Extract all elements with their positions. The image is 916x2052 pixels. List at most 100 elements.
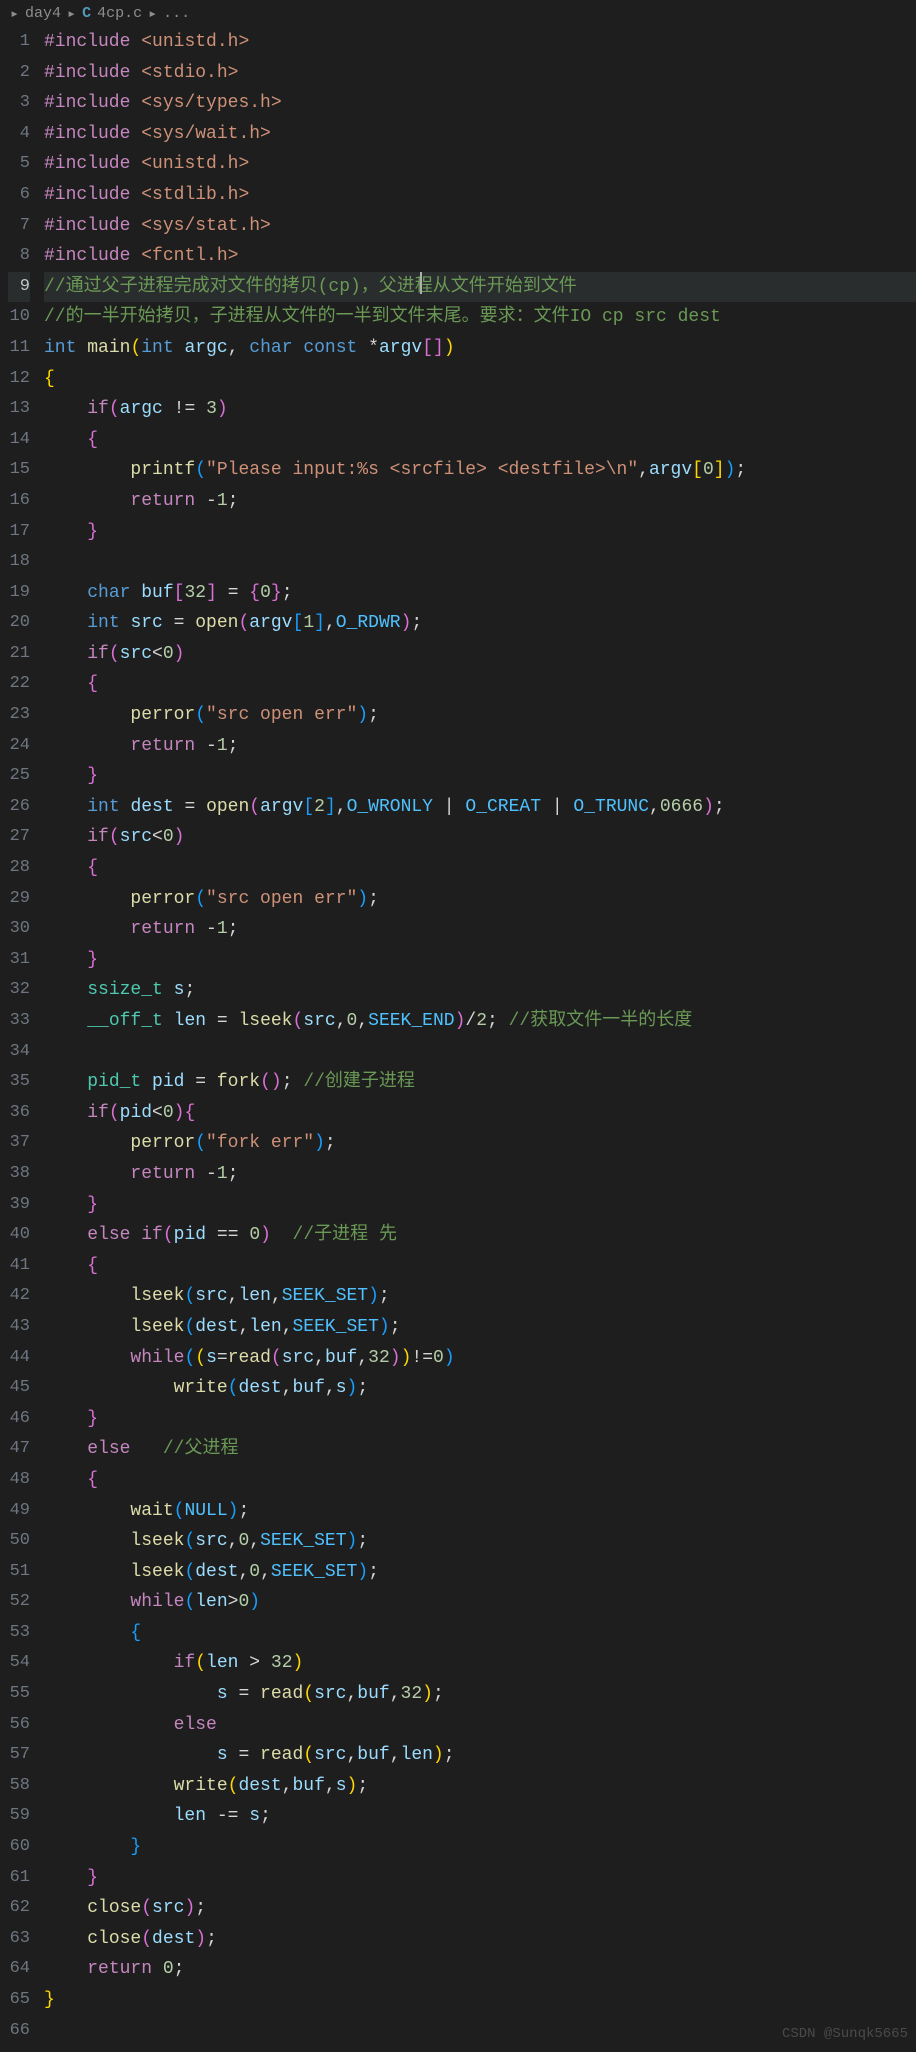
code-line[interactable]: while((s=read(src,buf,32))!=0)	[44, 1343, 916, 1374]
line-number: 66	[8, 2016, 30, 2047]
line-number-gutter: 1234567891011121314151617181920212223242…	[0, 27, 44, 2046]
code-line[interactable]: int dest = open(argv[2],O_WRONLY | O_CRE…	[44, 792, 916, 823]
code-line[interactable]: {	[44, 1618, 916, 1649]
line-number: 5	[8, 149, 30, 180]
code-line[interactable]: #include <stdlib.h>	[44, 180, 916, 211]
code-line[interactable]: s = read(src,buf,32);	[44, 1679, 916, 1710]
code-line[interactable]: lseek(src,len,SEEK_SET);	[44, 1281, 916, 1312]
code-line[interactable]: #include <fcntl.h>	[44, 241, 916, 272]
code-line[interactable]: ssize_t s;	[44, 975, 916, 1006]
code-line[interactable]: //通过父子进程完成对文件的拷贝(cp)，父进程从文件开始到文件	[44, 272, 916, 303]
code-line[interactable]: if(pid<0){	[44, 1098, 916, 1129]
breadcrumb-sep-icon: ▸	[67, 4, 76, 23]
code-line[interactable]: else //父进程	[44, 1434, 916, 1465]
line-number: 63	[8, 1924, 30, 1955]
line-number: 35	[8, 1067, 30, 1098]
line-number: 27	[8, 822, 30, 853]
line-number: 26	[8, 792, 30, 823]
code-line[interactable]: close(src);	[44, 1893, 916, 1924]
breadcrumb-file[interactable]: 4cp.c	[97, 5, 142, 22]
code-line[interactable]: printf("Please input:%s <srcfile> <destf…	[44, 455, 916, 486]
line-number: 21	[8, 639, 30, 670]
code-line[interactable]: }	[44, 945, 916, 976]
code-line[interactable]: //的一半开始拷贝，子进程从文件的一半到文件末尾。要求：文件IO cp src …	[44, 302, 916, 333]
line-number: 23	[8, 700, 30, 731]
code-line[interactable]: int src = open(argv[1],O_RDWR);	[44, 608, 916, 639]
line-number: 32	[8, 975, 30, 1006]
code-line[interactable]: {	[44, 669, 916, 700]
code-line[interactable]: pid_t pid = fork(); //创建子进程	[44, 1067, 916, 1098]
code-line[interactable]: {	[44, 425, 916, 456]
code-line[interactable]: {	[44, 364, 916, 395]
line-number: 48	[8, 1465, 30, 1496]
code-line[interactable]: perror("fork err");	[44, 1128, 916, 1159]
code-line[interactable]: {	[44, 1465, 916, 1496]
breadcrumb-folder[interactable]: day4	[25, 5, 61, 22]
code-line[interactable]: }	[44, 1985, 916, 2016]
code-line[interactable]: len -= s;	[44, 1801, 916, 1832]
code-line[interactable]: {	[44, 1251, 916, 1282]
code-line[interactable]: lseek(src,0,SEEK_SET);	[44, 1526, 916, 1557]
code-line[interactable]: }	[44, 517, 916, 548]
line-number: 7	[8, 211, 30, 242]
line-number: 57	[8, 1740, 30, 1771]
code-line[interactable]: return -1;	[44, 731, 916, 762]
line-number: 49	[8, 1496, 30, 1527]
code-line[interactable]: #include <stdio.h>	[44, 58, 916, 89]
c-file-icon: C	[82, 5, 91, 22]
code-line[interactable]: char buf[32] = {0};	[44, 578, 916, 609]
code-line[interactable]: write(dest,buf,s);	[44, 1373, 916, 1404]
line-number: 61	[8, 1863, 30, 1894]
code-line[interactable]: }	[44, 1863, 916, 1894]
code-line[interactable]: if(len > 32)	[44, 1648, 916, 1679]
code-line[interactable]: return -1;	[44, 914, 916, 945]
code-line[interactable]: return -1;	[44, 486, 916, 517]
line-number: 16	[8, 486, 30, 517]
code-line[interactable]: if(src<0)	[44, 639, 916, 670]
watermark: CSDN @Sunqk5665	[782, 2026, 908, 2042]
code-line[interactable]: s = read(src,buf,len);	[44, 1740, 916, 1771]
code-line[interactable]: {	[44, 853, 916, 884]
breadcrumb-sep-icon: ▸	[10, 4, 19, 23]
code-line[interactable]: __off_t len = lseek(src,0,SEEK_END)/2; /…	[44, 1006, 916, 1037]
code-line[interactable]: perror("src open err");	[44, 884, 916, 915]
code-line[interactable]: #include <unistd.h>	[44, 27, 916, 58]
code-line[interactable]: else	[44, 1710, 916, 1741]
code-line[interactable]: write(dest,buf,s);	[44, 1771, 916, 1802]
code-line[interactable]: return -1;	[44, 1159, 916, 1190]
line-number: 20	[8, 608, 30, 639]
code-line[interactable]: while(len>0)	[44, 1587, 916, 1618]
code-editor[interactable]: 1234567891011121314151617181920212223242…	[0, 27, 916, 2046]
code-line[interactable]: lseek(dest,len,SEEK_SET);	[44, 1312, 916, 1343]
code-line[interactable]: #include <sys/wait.h>	[44, 119, 916, 150]
code-line[interactable]: if(src<0)	[44, 822, 916, 853]
code-line[interactable]: #include <sys/types.h>	[44, 88, 916, 119]
code-line[interactable]: }	[44, 761, 916, 792]
line-number: 39	[8, 1190, 30, 1221]
code-line[interactable]: }	[44, 1404, 916, 1435]
cursor-icon	[420, 272, 422, 294]
line-number: 58	[8, 1771, 30, 1802]
code-line[interactable]: return 0;	[44, 1954, 916, 1985]
line-number: 41	[8, 1251, 30, 1282]
code-line[interactable]: perror("src open err");	[44, 700, 916, 731]
code-line[interactable]: if(argc != 3)	[44, 394, 916, 425]
line-number: 34	[8, 1037, 30, 1068]
code-line[interactable]: close(dest);	[44, 1924, 916, 1955]
code-line[interactable]: else if(pid == 0) //子进程 先	[44, 1220, 916, 1251]
code-line[interactable]: int main(int argc, char const *argv[])	[44, 333, 916, 364]
breadcrumb[interactable]: ▸ day4 ▸ C 4cp.c ▸ ...	[0, 0, 916, 27]
code-line[interactable]	[44, 1037, 916, 1068]
code-line[interactable]: lseek(dest,0,SEEK_SET);	[44, 1557, 916, 1588]
code-line[interactable]: #include <unistd.h>	[44, 149, 916, 180]
line-number: 60	[8, 1832, 30, 1863]
line-number: 6	[8, 180, 30, 211]
breadcrumb-more[interactable]: ...	[163, 5, 190, 22]
code-line[interactable]: wait(NULL);	[44, 1496, 916, 1527]
code-line[interactable]	[44, 547, 916, 578]
line-number: 45	[8, 1373, 30, 1404]
code-line[interactable]: #include <sys/stat.h>	[44, 211, 916, 242]
code-area[interactable]: #include <unistd.h> #include <stdio.h> #…	[44, 27, 916, 2046]
code-line[interactable]: }	[44, 1832, 916, 1863]
code-line[interactable]: }	[44, 1190, 916, 1221]
